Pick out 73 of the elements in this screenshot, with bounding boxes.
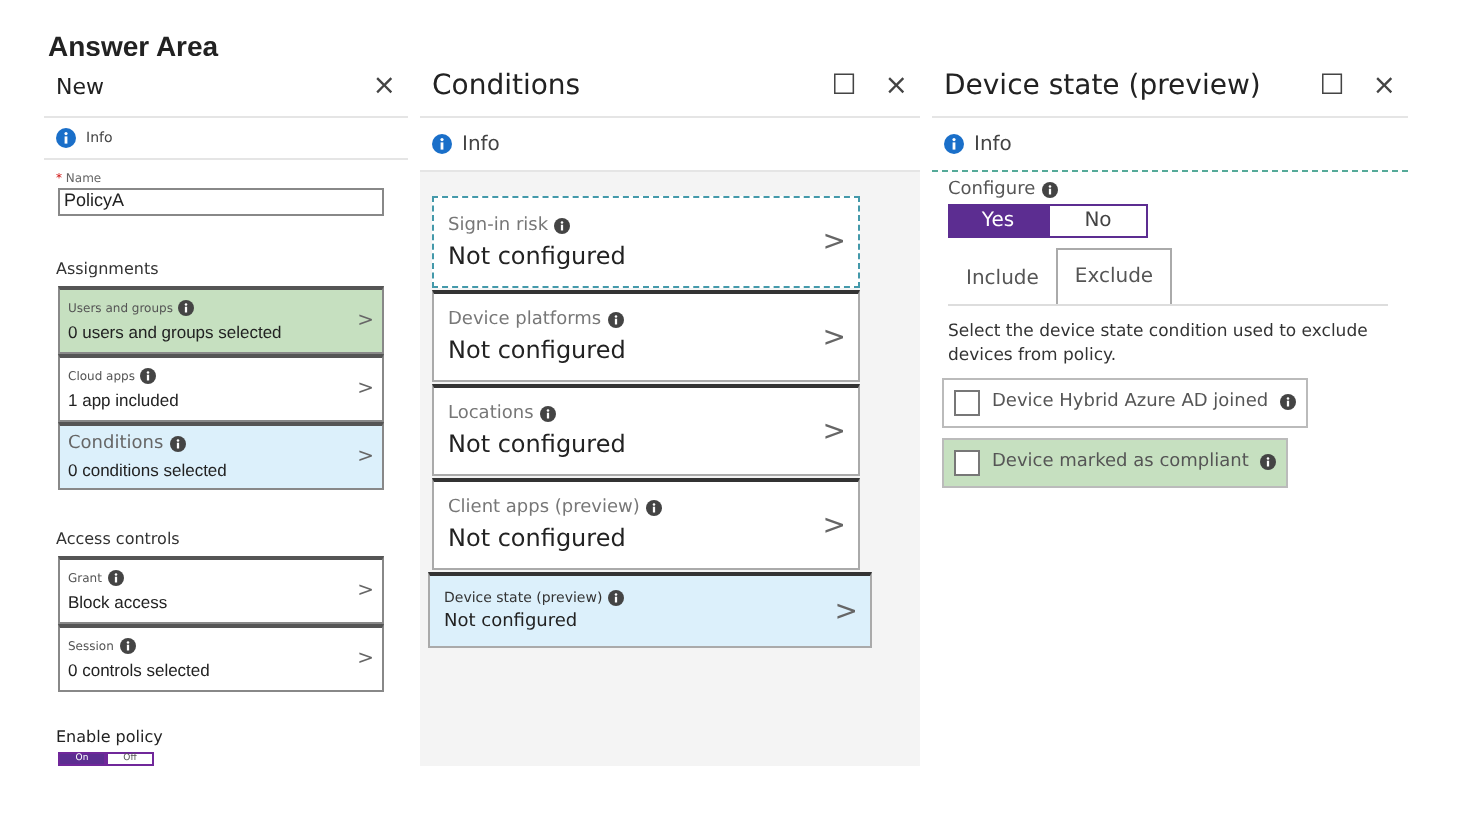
info-icon	[169, 436, 186, 452]
close-button[interactable]: ×	[884, 70, 908, 102]
info-icon	[119, 638, 136, 654]
chevron-icon: >	[822, 415, 846, 447]
info-icon	[539, 406, 556, 422]
chevron-icon: >	[822, 226, 846, 258]
chevron-icon: >	[357, 580, 374, 602]
tab[interactable]: Exclude	[1056, 248, 1172, 304]
enable-policy-label: Enable policy	[54, 726, 165, 750]
row-value: Not configured	[448, 430, 626, 458]
tab[interactable]: Include	[948, 252, 1057, 304]
checkbox-row[interactable]: Device Hybrid Azure AD joined	[942, 377, 1309, 428]
row-label: Conditions	[68, 434, 164, 454]
info-icon	[56, 128, 76, 148]
condition-row[interactable]: Locations Not configured >	[432, 384, 860, 476]
blade-title: Conditions	[432, 70, 581, 102]
toggle-option[interactable]: Yes	[948, 204, 1048, 238]
condition-row[interactable]: Device platforms Not configured >	[432, 290, 860, 382]
info-link[interactable]: Info	[974, 133, 1012, 155]
name-field[interactable]: PolicyA	[58, 188, 384, 216]
info-link[interactable]: Info	[462, 133, 500, 155]
section-heading: Access controls	[54, 528, 182, 552]
close-button[interactable]: ×	[372, 70, 396, 102]
info-icon	[178, 300, 195, 316]
row-value: Not configured	[448, 336, 626, 364]
chevron-icon: >	[357, 310, 374, 332]
info-icon	[607, 312, 624, 328]
row-value: 0 controls selected	[68, 660, 210, 680]
chevron-icon: >	[834, 595, 858, 627]
checkbox-label: Device marked as compliant	[992, 452, 1249, 473]
maximize-button[interactable]: ☐	[831, 70, 857, 102]
blade-title: New	[56, 73, 104, 99]
checkbox-row[interactable]: Device marked as compliant	[942, 437, 1289, 488]
maximize-button[interactable]: ☐	[1319, 70, 1345, 102]
info-icon	[140, 368, 157, 384]
chevron-icon: >	[357, 648, 374, 670]
info-icon	[107, 570, 124, 586]
info-icon	[1041, 182, 1058, 198]
description-text: Select the device state condition used to exclude devices from policy.	[946, 320, 1370, 370]
close-button[interactable]: ×	[1372, 70, 1396, 102]
blade-title: Device state (preview)	[944, 70, 1261, 102]
row-value: Not configured	[448, 524, 628, 552]
answer-area-heading: Answer Area	[46, 28, 221, 56]
chevron-icon: >	[357, 378, 374, 400]
row-label: Device platforms	[448, 310, 602, 330]
row-value: 0 users and groups selected	[68, 322, 282, 342]
condition-row[interactable]: Client apps (preview) Not configured >	[432, 478, 860, 570]
info-icon	[944, 134, 964, 154]
chevron-icon: >	[822, 509, 846, 541]
row-value: Not configured	[448, 241, 626, 269]
row-label: Locations	[448, 404, 534, 424]
info-icon	[554, 217, 571, 233]
info-icon	[1280, 394, 1297, 411]
checkbox-label: Device Hybrid Azure AD joined	[992, 392, 1269, 413]
info-icon	[1260, 454, 1277, 471]
configure-label: Configure	[948, 180, 1036, 200]
row-value: Block access	[68, 592, 168, 612]
row-label: Sign-in risk	[448, 215, 549, 235]
checkbox[interactable]	[954, 389, 980, 416]
chevron-icon: >	[357, 446, 374, 468]
chevron-icon: >	[822, 321, 846, 353]
row-label: Client apps (preview)	[448, 498, 640, 518]
checkbox[interactable]	[954, 449, 980, 476]
info-icon	[645, 500, 662, 516]
condition-row[interactable]: Sign-in risk Not configured >	[432, 196, 860, 288]
assignment-row[interactable]: Conditions 0 conditions selected >	[58, 422, 384, 490]
section-heading: Assignments	[54, 258, 161, 282]
toggle-option[interactable]: No	[1048, 204, 1148, 238]
row-value: 0 conditions selected	[68, 460, 227, 480]
info-icon	[432, 134, 452, 154]
info-icon	[608, 590, 625, 606]
row-value: Not configured	[444, 612, 580, 632]
row-value: 1 app included	[68, 390, 179, 410]
